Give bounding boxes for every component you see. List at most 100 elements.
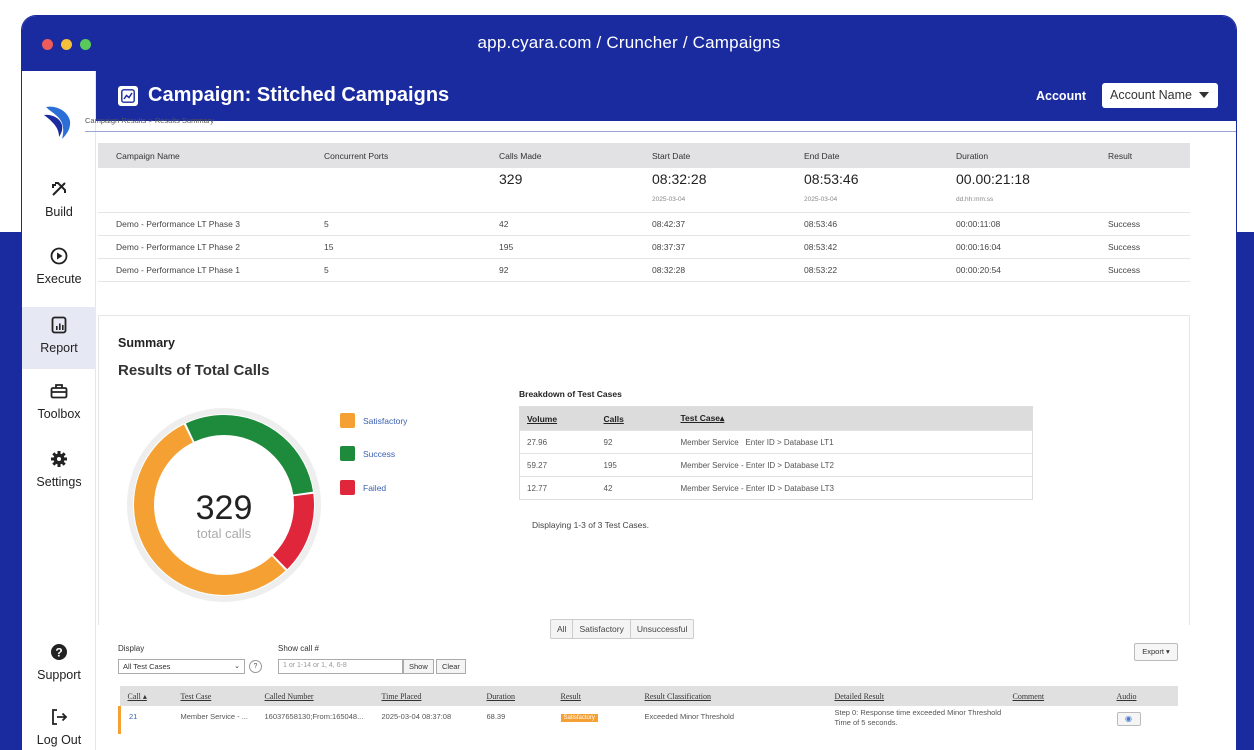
cyara-logo[interactable] bbox=[42, 101, 76, 141]
cell-ports: 5 bbox=[306, 212, 481, 236]
cell-volume: 27.96 bbox=[519, 430, 597, 454]
cell-test-case[interactable]: Member Service Enter ID > Database LT1 bbox=[673, 430, 1033, 454]
nav-support[interactable]: ? Support bbox=[22, 634, 96, 694]
breadcrumb[interactable]: Campaign Results > Results Summary bbox=[85, 116, 214, 125]
cell-time-placed: 2025-03-04 08:37:08 bbox=[381, 712, 452, 721]
col-called-number[interactable]: Called Number bbox=[256, 686, 374, 706]
legend-success[interactable]: Success bbox=[340, 446, 395, 461]
display-select[interactable]: All Test Cases ⌄ bbox=[118, 659, 245, 674]
cell-call[interactable]: 21 bbox=[118, 706, 173, 734]
nav-execute[interactable]: Execute bbox=[22, 238, 96, 298]
breakdown-title: Breakdown of Test Cases bbox=[519, 389, 622, 399]
cell-result: Success bbox=[1090, 212, 1190, 236]
legend-label: Failed bbox=[363, 482, 387, 493]
cell-classification: Exceeded Minor Threshold bbox=[644, 712, 735, 721]
nav-toolbox[interactable]: Toolbox bbox=[22, 373, 96, 433]
play-circle-icon bbox=[22, 244, 96, 268]
col-volume[interactable]: Volume bbox=[519, 406, 597, 431]
table-row[interactable]: 12.77 42 Member Service - Enter ID > Dat… bbox=[519, 476, 1033, 500]
col-detailed-result[interactable]: Detailed Result bbox=[826, 686, 1005, 706]
nav-logout[interactable]: Log Out bbox=[22, 699, 96, 750]
breadcrumb-divider bbox=[85, 131, 1236, 132]
export-button[interactable]: Export ▾ bbox=[1134, 643, 1178, 661]
cell-volume: 59.27 bbox=[519, 453, 597, 477]
table-row[interactable]: 21 Member Service - ... 16037658130;From… bbox=[118, 706, 1179, 734]
tab-all[interactable]: All bbox=[551, 620, 574, 638]
cell-calls: 42 bbox=[481, 212, 634, 236]
totals-row: 329 08:32:28 2025-03-04 08:53:46 2025-03-0… bbox=[98, 168, 1190, 213]
legend-swatch bbox=[340, 480, 355, 495]
show-call-input[interactable]: 1 or 1-14 or 1, 4, 6-8 bbox=[278, 659, 403, 674]
legend-failed[interactable]: Failed bbox=[340, 480, 386, 495]
nav-support-label: Support bbox=[37, 668, 81, 682]
col-call[interactable]: Call ▴ bbox=[119, 686, 173, 706]
cell-called-number: 16037658130;From:165048... bbox=[264, 712, 364, 721]
sidebar: Build Execute Report Toolbox Settings ? … bbox=[22, 71, 96, 750]
col-result[interactable]: Result bbox=[552, 686, 637, 706]
col-start-date: Start Date bbox=[634, 143, 786, 168]
table-row[interactable]: Demo - Performance LT Phase 3 5 42 08:42… bbox=[98, 212, 1190, 236]
page-title-text: Campaign: Stitched Campaigns bbox=[148, 84, 450, 106]
nav-logout-label: Log Out bbox=[36, 733, 82, 747]
show-button[interactable]: Show bbox=[403, 659, 434, 674]
nav-report[interactable]: Report bbox=[22, 307, 96, 369]
donut-total: 329 bbox=[196, 489, 253, 527]
help-icon[interactable]: ? bbox=[249, 660, 262, 673]
address-url[interactable]: app.cyara.com / Cruncher / Campaigns bbox=[22, 33, 1236, 53]
gear-icon bbox=[22, 447, 96, 471]
col-result-classification[interactable]: Result Classification bbox=[636, 686, 827, 706]
col-campaign-name: Campaign Name bbox=[98, 143, 306, 168]
report-icon bbox=[22, 313, 96, 337]
nav-settings-label: Settings bbox=[36, 475, 82, 489]
cell-end: 08:53:46 bbox=[786, 212, 938, 236]
col-test-case[interactable]: Test Case▴ bbox=[673, 406, 1033, 431]
nav-build-label: Build bbox=[45, 205, 73, 219]
col-calls[interactable]: Calls bbox=[596, 406, 674, 431]
tab-unsuccessful[interactable]: Unsuccessful bbox=[631, 620, 694, 638]
col-time-placed[interactable]: Time Placed bbox=[373, 686, 479, 706]
nav-toolbox-label: Toolbox bbox=[37, 407, 81, 421]
cell-end: 08:53:42 bbox=[786, 235, 938, 259]
chevron-down-icon bbox=[1199, 92, 1209, 98]
legend-label: Satisfactory bbox=[363, 415, 408, 426]
cell-comment[interactable] bbox=[1005, 706, 1109, 734]
cell-test-case[interactable]: Member Service - Enter ID > Database LT2 bbox=[673, 453, 1033, 477]
display-select-value: All Test Cases bbox=[123, 662, 171, 671]
cell-campaign-name[interactable]: Demo - Performance LT Phase 3 bbox=[98, 212, 306, 236]
cell-campaign-name[interactable]: Demo - Performance LT Phase 1 bbox=[98, 258, 306, 282]
col-comment[interactable]: Comment bbox=[1004, 686, 1109, 706]
cell-test-case[interactable]: Member Service - Enter ID > Database LT3 bbox=[673, 476, 1033, 500]
cell-result: Success bbox=[1090, 258, 1190, 282]
legend-swatch bbox=[340, 446, 355, 461]
cell-result: Success bbox=[1090, 235, 1190, 259]
account-select[interactable]: Account Name bbox=[1102, 83, 1218, 108]
col-duration[interactable]: Duration bbox=[478, 686, 553, 706]
cell-test-case: Member Service - ... bbox=[180, 712, 249, 721]
build-icon bbox=[22, 177, 96, 201]
audio-play-button[interactable]: ◉ bbox=[1116, 712, 1141, 726]
col-audio[interactable]: Audio bbox=[1108, 686, 1178, 706]
table-row[interactable]: 27.96 92 Member Service Enter ID > Datab… bbox=[519, 430, 1033, 454]
browser-titlebar: app.cyara.com / Cruncher / Campaigns bbox=[22, 16, 1236, 71]
clear-button[interactable]: Clear bbox=[436, 659, 466, 674]
cell-duration: 00:00:16:04 bbox=[938, 235, 1090, 259]
cell-campaign-name[interactable]: Demo - Performance LT Phase 2 bbox=[98, 235, 306, 259]
page-title: Campaign: Stitched Campaigns bbox=[118, 84, 449, 107]
show-call-label: Show call # bbox=[278, 644, 319, 653]
campaign-chart-icon bbox=[118, 85, 138, 106]
donut-total-label: total calls bbox=[197, 526, 252, 541]
table-row[interactable]: Demo - Performance LT Phase 1 5 92 08:32… bbox=[98, 258, 1190, 282]
table-row[interactable]: Demo - Performance LT Phase 2 15 195 08:… bbox=[98, 235, 1190, 259]
calls-table: Call ▴ Test Case Called Number Time Plac… bbox=[118, 686, 1178, 734]
cell-ports: 15 bbox=[306, 235, 481, 259]
table-row[interactable]: 59.27 195 Member Service - Enter ID > Da… bbox=[519, 453, 1033, 477]
nav-settings[interactable]: Settings bbox=[22, 441, 96, 501]
cell-detailed-result: Step 0: Response time exceeded Minor Thr… bbox=[834, 708, 1002, 727]
nav-build[interactable]: Build bbox=[22, 171, 96, 231]
col-test-case[interactable]: Test Case bbox=[172, 686, 257, 706]
tab-satisfactory[interactable]: Satisfactory bbox=[573, 620, 631, 638]
legend-label: Success bbox=[363, 448, 396, 459]
svg-text:?: ? bbox=[55, 646, 62, 660]
total-calls-value: 329 bbox=[499, 171, 523, 187]
legend-satisfactory[interactable]: Satisfactory bbox=[340, 413, 407, 428]
